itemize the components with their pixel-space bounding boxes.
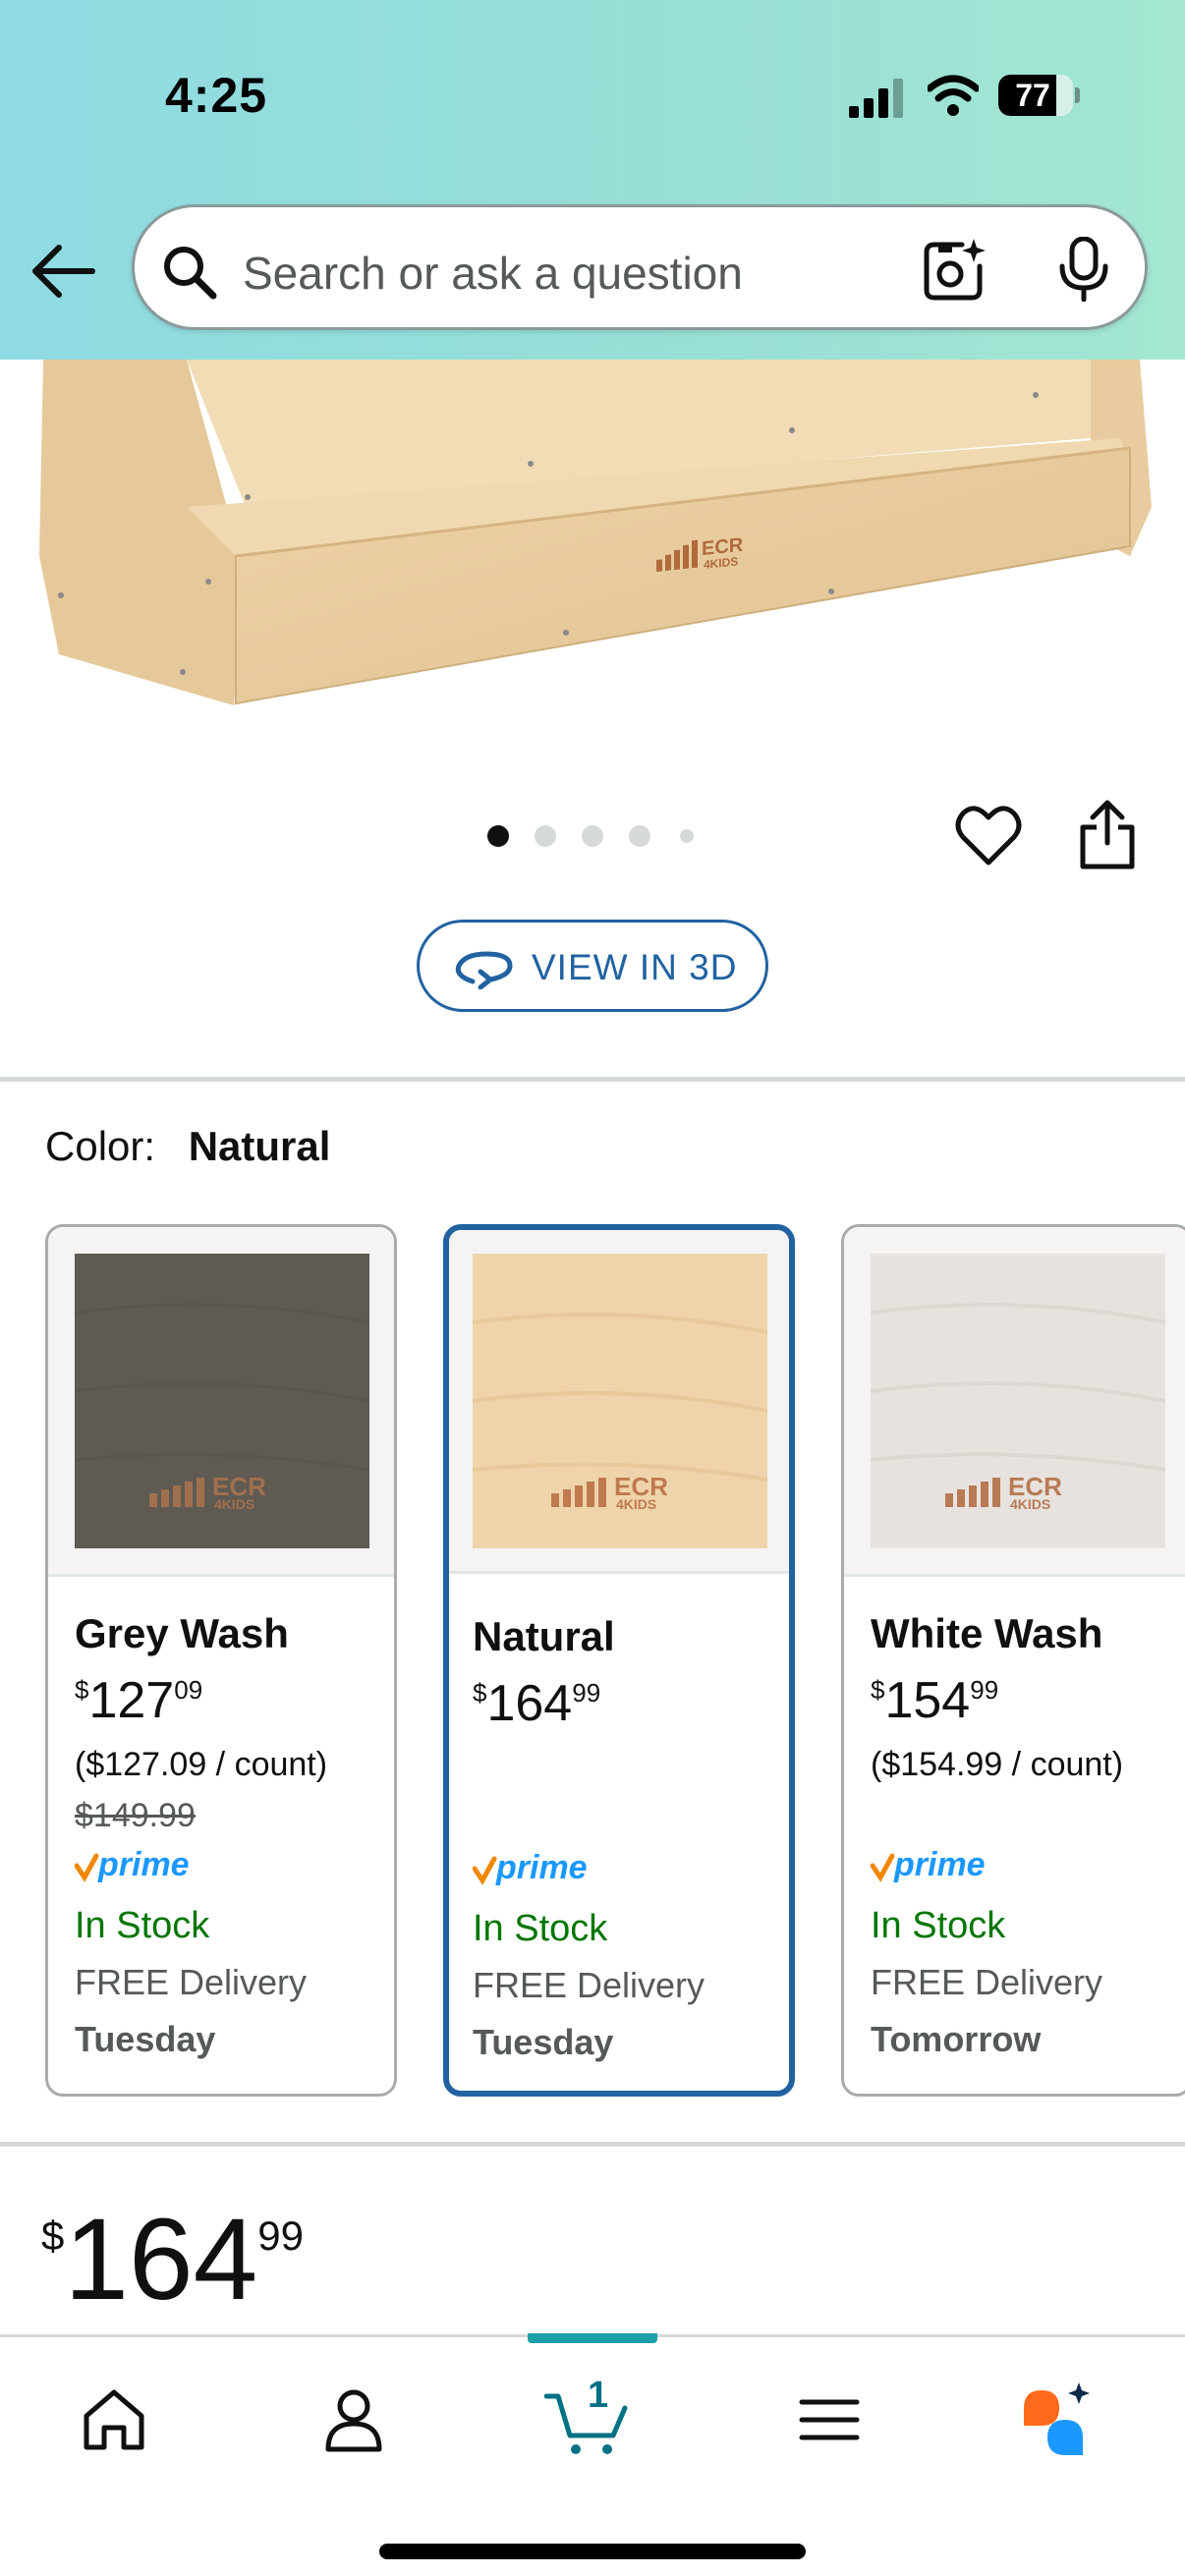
swatch-image: ECR 4KIDS [75,1254,369,1548]
color-option-name: Natural [473,1613,615,1659]
share-icon[interactable] [1077,798,1138,870]
view-in-3d-button[interactable]: VIEW IN 3D [417,920,768,1012]
selected-color: Natural [188,1123,331,1169]
color-option-price: $16499 [473,1675,601,1732]
battery-level: 77 [1015,78,1050,113]
carousel-dot[interactable] [680,829,694,843]
status-time: 4:25 [165,68,268,123]
active-tab-indicator [528,2333,657,2343]
svg-text:prime: prime [893,1846,986,1883]
image-carousel-dots[interactable] [481,821,717,851]
prime-badge-icon: prime [871,1846,986,1883]
camera-lens-icon[interactable] [921,237,986,302]
unit-price: ($154.99 / count) [871,1746,1124,1783]
section-divider [0,1077,1185,1082]
search-input[interactable]: Search or ask a question [243,247,743,300]
color-option-price: $12709 [75,1672,203,1729]
color-option-name: White Wash [871,1610,1103,1656]
carousel-dot[interactable] [535,825,556,847]
svg-text:prime: prime [97,1846,190,1883]
swatch-image: ECR 4KIDS [871,1254,1165,1548]
wifi-icon [928,75,979,116]
menu-icon[interactable] [790,2380,869,2459]
stock-status: In Stock [473,1908,608,1949]
carousel-dot[interactable] [582,825,603,847]
carousel-dot[interactable] [487,825,509,847]
delivery-label: FREE Delivery [473,1965,705,2005]
rotate-3d-icon [455,951,513,989]
back-arrow-icon[interactable] [29,234,98,308]
svg-text:4KIDS: 4KIDS [616,1496,656,1512]
svg-text:4KIDS: 4KIDS [1010,1496,1050,1512]
color-option-price: $15499 [871,1672,999,1729]
delivery-day: Tomorrow [871,2019,1042,2059]
color-label: Color: [45,1123,156,1169]
account-icon[interactable] [314,2380,393,2459]
color-option-name: Grey Wash [75,1610,289,1656]
product-price: $16499 [41,2195,304,2324]
prime-badge-icon: prime [75,1846,190,1883]
svg-text:4KIDS: 4KIDS [214,1496,254,1512]
search-bar[interactable]: Search or ask a question [132,204,1148,330]
color-option-white-wash[interactable]: ECR 4KIDS White Wash $15499 ($154.99 / c… [841,1224,1185,2097]
home-indicator [379,2544,806,2559]
prime-badge-icon: prime [473,1849,588,1886]
color-selector-label: Color: Natural [45,1123,330,1170]
carousel-dot[interactable] [629,825,650,847]
cart-tab[interactable]: 1 [544,2375,628,2459]
microphone-icon[interactable] [1054,237,1113,302]
unit-price: ($127.09 / count) [75,1746,328,1783]
delivery-label: FREE Delivery [871,1962,1103,2002]
view-in-3d-label: VIEW IN 3D [532,947,738,987]
stock-status: In Stock [871,1905,1006,1946]
battery-icon: 77 [998,75,1080,116]
rufus-assistant-icon[interactable] [1018,2380,1097,2459]
list-price: $149.99 [75,1797,196,1834]
cellular-signal-icon [849,79,903,118]
section-divider [0,2142,1185,2147]
delivery-day: Tuesday [75,2019,216,2059]
cart-count-badge: 1 [588,2375,609,2416]
header: 4:25 77 Search or ask a question [0,0,1185,360]
color-option-grey-wash[interactable]: ECR 4KIDS Grey Wash $12709 ($127.09 / co… [45,1224,397,2097]
product-image[interactable]: ECR 4KIDS [0,360,1185,733]
delivery-day: Tuesday [473,2022,614,2062]
search-icon [164,247,217,300]
home-icon[interactable] [75,2380,153,2459]
stock-status: In Stock [75,1905,210,1946]
swatch-image: ECR 4KIDS [473,1254,767,1548]
heart-icon[interactable] [955,804,1022,868]
delivery-label: FREE Delivery [75,1962,308,2002]
bottom-navigation: 1 [0,2333,1185,2576]
svg-text:prime: prime [495,1849,588,1886]
color-option-natural[interactable]: ECR 4KIDS Natural $16499 prime In Stock … [443,1224,795,2097]
